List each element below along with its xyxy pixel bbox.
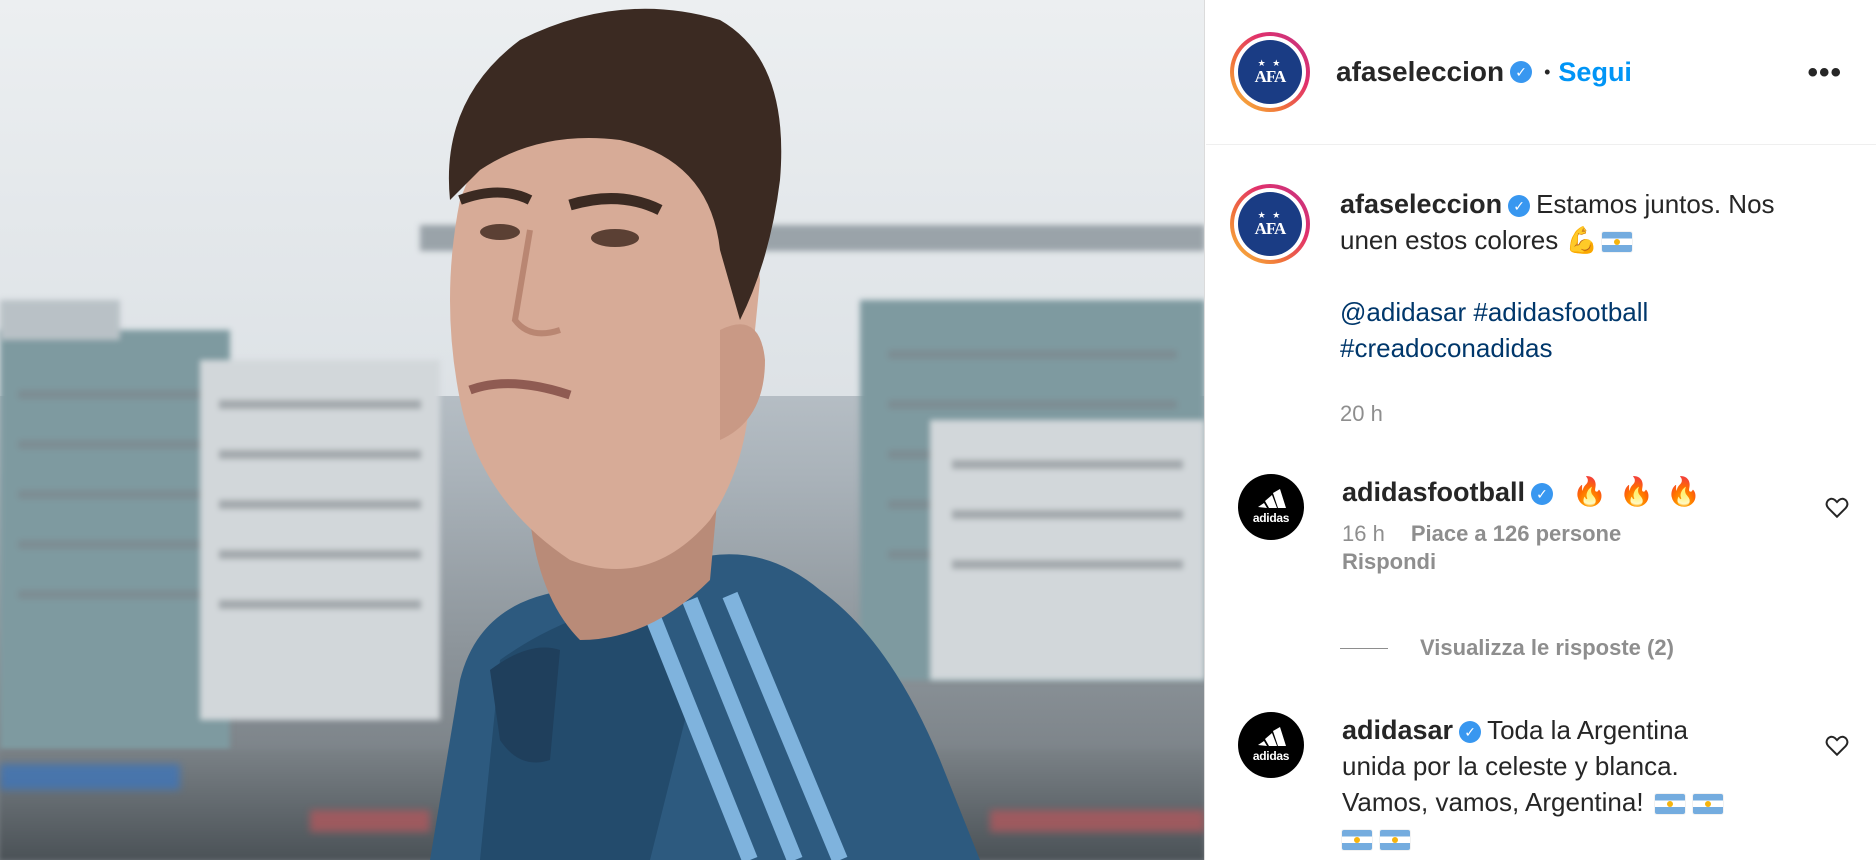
mention-link[interactable]: @adidasar: [1340, 297, 1466, 327]
caption-body: afaseleccion ✓ Estamos juntos. Nos unen es…: [1340, 184, 1775, 432]
player-figure: [430, 8, 980, 860]
hashtag-link[interactable]: #creadoconadidas: [1340, 333, 1553, 363]
caption-text: unen estos colores: [1340, 225, 1559, 255]
verified-badge-icon: ✓: [1508, 195, 1531, 218]
caption-timestamp[interactable]: 20 h: [1340, 396, 1775, 432]
argentina-flag-icon: [1380, 830, 1410, 851]
background-building: [200, 360, 440, 720]
afa-logo-icon: ★ ★ AFA: [1238, 192, 1302, 256]
divider: [1340, 647, 1388, 649]
heart-outline-icon[interactable]: [1824, 732, 1850, 758]
author-username[interactable]: afaseleccion: [1336, 56, 1504, 88]
heart-outline-icon[interactable]: [1824, 494, 1850, 520]
background-building: [0, 330, 230, 750]
fire-emoji-icon: 🔥: [1619, 476, 1654, 507]
adidas-logo-icon: [1258, 489, 1286, 508]
caption-text: Estamos juntos. Nos: [1536, 189, 1775, 219]
hashtag-link[interactable]: #adidasfootball: [1473, 297, 1648, 327]
author-avatar[interactable]: ★ ★ AFA: [1230, 32, 1310, 112]
view-replies-button[interactable]: Visualizza le risposte (2): [1340, 635, 1674, 661]
reply-button[interactable]: Rispondi: [1342, 548, 1707, 576]
comment-item: adidas adidasfootball ✓ 🔥 🔥 🔥 16 h Piace a 1…: [1238, 474, 1868, 576]
comment-likes[interactable]: Piace a 126 persone: [1411, 521, 1621, 546]
argentina-flag-icon: [1342, 830, 1372, 851]
background-seats: [990, 810, 1204, 832]
argentina-flag-icon: [1654, 794, 1685, 815]
post-header: ★ ★ AFA afaseleccion ✓ • Segui •••: [1206, 0, 1876, 145]
argentina-flag-icon: [1692, 794, 1723, 815]
comment-meta: 16 h Piace a 126 persone: [1342, 520, 1707, 548]
post-media-video[interactable]: [0, 0, 1205, 860]
background-seats: [0, 764, 180, 790]
post-caption: ★ ★ AFA afaseleccion ✓ Estamos juntos. Nos…: [1230, 184, 1850, 432]
caption-author-username[interactable]: afaseleccion: [1340, 189, 1502, 219]
commenter-avatar[interactable]: adidas: [1238, 474, 1304, 540]
verified-badge-icon: ✓: [1531, 483, 1554, 506]
flexed-biceps-icon: 💪: [1565, 225, 1598, 255]
verified-badge-icon: ✓: [1459, 721, 1482, 744]
argentina-flag-icon: [1601, 232, 1632, 253]
commenter-avatar[interactable]: adidas: [1238, 712, 1304, 778]
post-side-panel: ★ ★ AFA afaseleccion ✓ • Segui ••• ★ ★ A…: [1206, 0, 1876, 860]
afa-logo-icon: ★ ★ AFA: [1238, 40, 1302, 104]
fire-emoji-icon: 🔥: [1666, 476, 1701, 507]
comment-body: adidasfootball ✓ 🔥 🔥 🔥 16 h Piace a 126 pers…: [1342, 474, 1707, 576]
background-building: [0, 300, 120, 340]
commenter-username[interactable]: adidasfootball: [1342, 477, 1525, 507]
comment-item: adidas adidasar ✓ Toda la Argentina unida …: [1238, 712, 1868, 856]
caption-author-avatar[interactable]: ★ ★ AFA: [1230, 184, 1310, 264]
comment-body: adidasar ✓ Toda la Argentina unida por la …: [1342, 712, 1727, 856]
comment-timestamp[interactable]: 16 h: [1342, 521, 1385, 546]
fire-emoji-icon: 🔥: [1572, 476, 1608, 507]
background-seats: [310, 810, 430, 832]
commenter-username[interactable]: adidasar: [1342, 715, 1453, 745]
separator-dot: •: [1544, 61, 1551, 82]
adidas-logo-icon: [1258, 727, 1286, 746]
more-options-icon[interactable]: •••: [1807, 58, 1842, 88]
verified-badge-icon: ✓: [1510, 61, 1533, 83]
comment-text: unida por la celeste y blanca.: [1342, 751, 1679, 781]
follow-button[interactable]: Segui: [1558, 57, 1632, 88]
comment-text: Toda la Argentina: [1487, 715, 1688, 745]
comment-text: Vamos, vamos, Argentina!: [1342, 787, 1644, 817]
